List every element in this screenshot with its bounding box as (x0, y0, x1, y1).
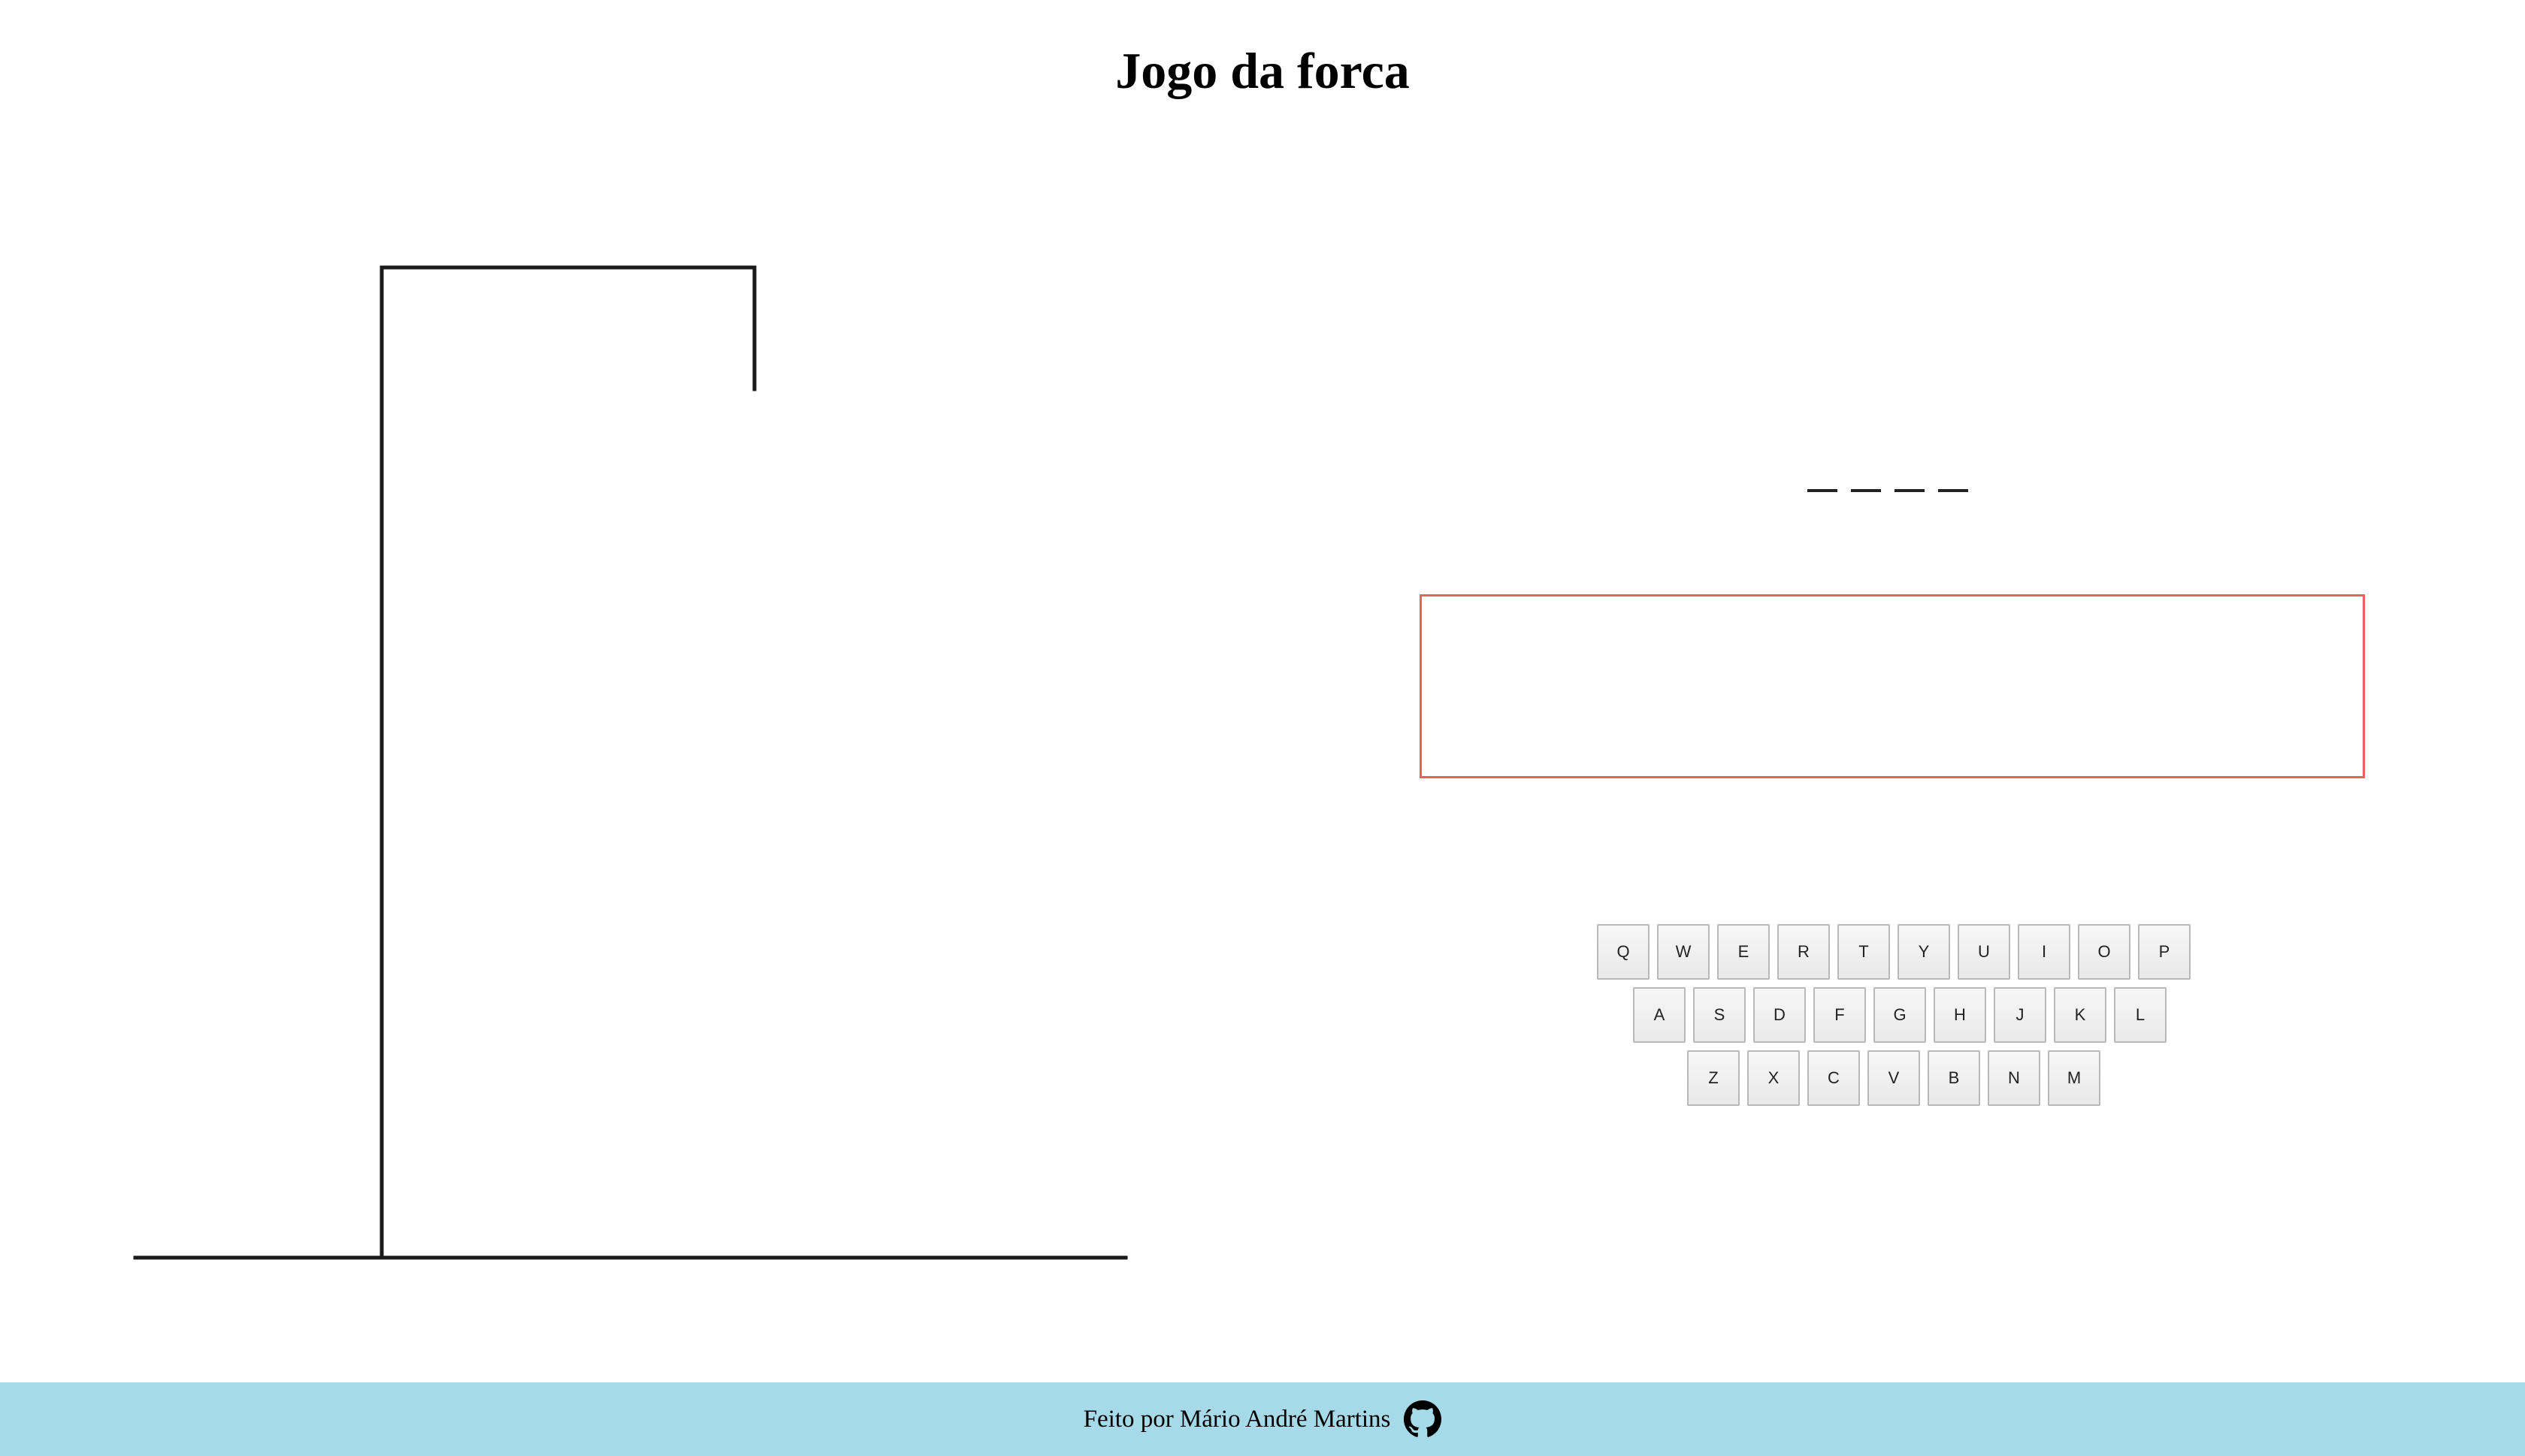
key-v[interactable]: V (1867, 1050, 1920, 1106)
key-s[interactable]: S (1693, 987, 1746, 1043)
key-k[interactable]: K (2054, 987, 2106, 1043)
letter-slot (1807, 462, 1837, 492)
keyboard-row: ASDFGHJKL (1425, 987, 2375, 1043)
footer: Feito por Mário André Martins (0, 1382, 2525, 1456)
virtual-keyboard: QWERTYUIOP ASDFGHJKL ZXCVBNM (1413, 924, 2375, 1113)
hangman-page: Jogo da forca QWERTYUIOPASDFGHJKLZXCVBNM… (0, 0, 2525, 1456)
letter-slot (1938, 462, 1968, 492)
gallows-drawing (133, 265, 1128, 1260)
key-j[interactable]: J (1994, 987, 2046, 1043)
footer-credit: Feito por Mário André Martins (1083, 1405, 1391, 1433)
key-x[interactable]: X (1747, 1050, 1800, 1106)
github-icon[interactable] (1404, 1400, 1442, 1438)
keyboard-row: ZXCVBNM (1413, 1050, 2375, 1106)
key-z[interactable]: Z (1687, 1050, 1740, 1106)
key-p[interactable]: P (2138, 924, 2191, 980)
key-n[interactable]: N (1988, 1050, 2040, 1106)
key-i[interactable]: I (2018, 924, 2070, 980)
message-box (1420, 594, 2365, 778)
letter-slot (1851, 462, 1881, 492)
key-m[interactable]: M (2048, 1050, 2100, 1106)
keyboard-row: QWERTYUIOP (1413, 924, 2375, 980)
key-c[interactable]: C (1807, 1050, 1860, 1106)
key-o[interactable]: O (2078, 924, 2130, 980)
key-l[interactable]: L (2114, 987, 2167, 1043)
key-y[interactable]: Y (1898, 924, 1950, 980)
word-slots (1807, 462, 1968, 492)
key-f[interactable]: F (1813, 987, 1866, 1043)
letter-slot (1895, 462, 1925, 492)
key-g[interactable]: G (1873, 987, 1926, 1043)
key-t[interactable]: T (1837, 924, 1890, 980)
key-r[interactable]: R (1777, 924, 1830, 980)
key-q[interactable]: Q (1597, 924, 1650, 980)
key-u[interactable]: U (1958, 924, 2010, 980)
key-b[interactable]: B (1928, 1050, 1980, 1106)
key-e[interactable]: E (1717, 924, 1770, 980)
key-d[interactable]: D (1753, 987, 1806, 1043)
key-w[interactable]: W (1657, 924, 1710, 980)
key-a[interactable]: A (1633, 987, 1686, 1043)
key-h[interactable]: H (1934, 987, 1986, 1043)
